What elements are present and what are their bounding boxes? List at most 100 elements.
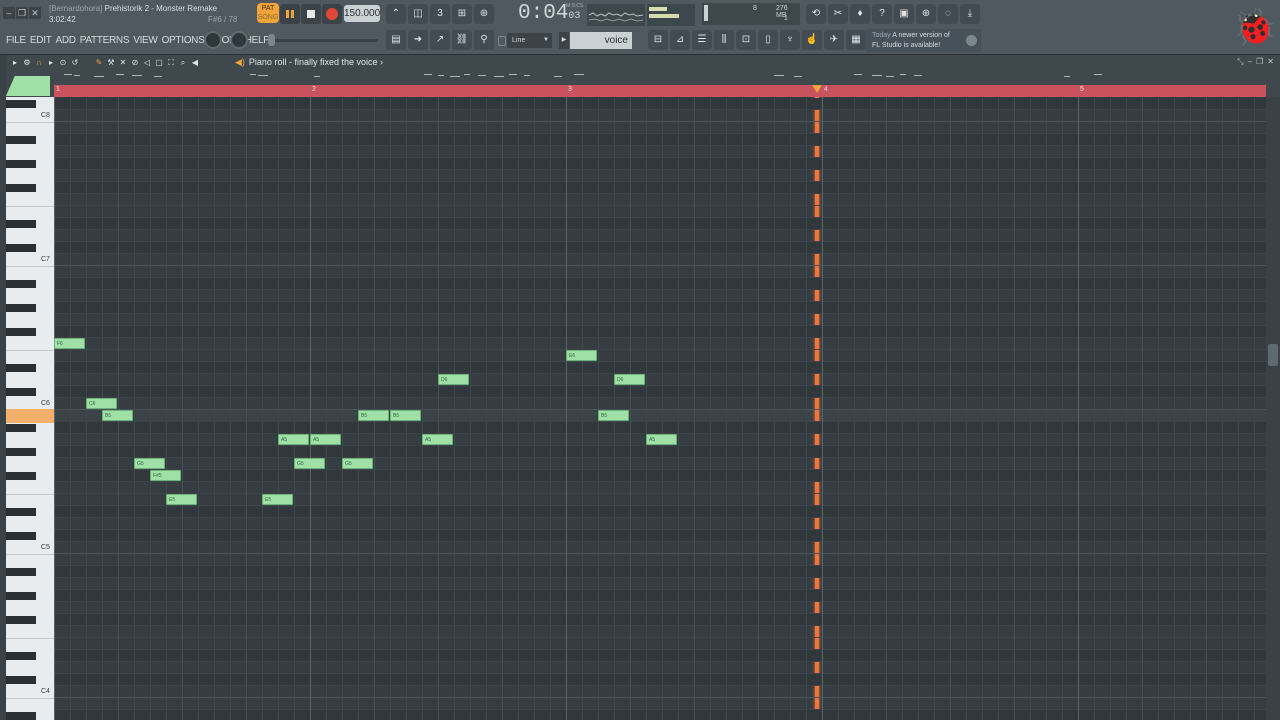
note[interactable]: G5 [294, 458, 325, 469]
brush-icon[interactable]: ⚒ [106, 57, 116, 68]
globe-icon[interactable] [966, 35, 977, 46]
pattern-picker-icon[interactable]: ⊟ [648, 30, 668, 50]
minimize-icon[interactable]: – [3, 7, 15, 19]
note[interactable]: G5 [134, 458, 165, 469]
close-icon[interactable]: ✕ [29, 7, 41, 19]
playlist-icon[interactable]: ☰ [692, 30, 712, 50]
touch-controller-icon[interactable]: ☝ [802, 30, 822, 50]
black-key[interactable] [6, 388, 36, 396]
pencil-icon[interactable]: ✎ [94, 57, 104, 68]
black-key[interactable] [6, 244, 36, 252]
performance-icon[interactable]: ✈ [824, 30, 844, 50]
black-key[interactable] [6, 328, 36, 336]
master-slider-handle[interactable] [268, 34, 275, 46]
menu-edit[interactable]: EDIT [30, 35, 52, 46]
timeline-ruler[interactable]: 1 2 3 4 5 [54, 85, 1266, 97]
maximize-icon[interactable]: ❐ [1256, 57, 1263, 67]
black-key[interactable] [6, 568, 36, 576]
tempo-display[interactable]: 150.000 [344, 5, 380, 22]
note[interactable]: D6 [614, 374, 645, 385]
piano-keyboard[interactable]: C8 C7 C6 C5 C4 [6, 97, 54, 720]
note[interactable]: A5 [278, 434, 309, 445]
note[interactable]: G5 [342, 458, 373, 469]
event-overview-strip[interactable] [54, 71, 1266, 85]
note[interactable]: E6 [566, 350, 597, 361]
menu-file[interactable]: FILE [6, 35, 26, 46]
black-key[interactable] [6, 616, 36, 624]
snap-magnet-icon[interactable]: ∩ [34, 57, 44, 68]
note[interactable]: F6 [54, 338, 85, 349]
black-key[interactable] [6, 676, 36, 684]
black-key[interactable] [6, 592, 36, 600]
undo-history-icon[interactable]: ⟲ [806, 4, 826, 24]
note[interactable]: F#5 [150, 470, 181, 481]
select-tool-icon[interactable]: ▢ [154, 57, 164, 68]
plugin-picker-icon[interactable]: ♆ [780, 30, 800, 50]
vertical-scroll-thumb[interactable] [1268, 344, 1278, 366]
menu-help[interactable]: HELP [245, 35, 270, 46]
black-key[interactable] [6, 532, 36, 540]
menu-add[interactable]: ADD [56, 35, 77, 46]
note[interactable]: B5 [390, 410, 421, 421]
chat-icon[interactable]: ◌ [938, 4, 958, 24]
black-key[interactable] [6, 424, 36, 432]
playhead-marker[interactable] [811, 85, 822, 93]
piano-roll-icon[interactable]: ⊿ [670, 30, 690, 50]
mixer-icon[interactable]: ⫼ [714, 30, 734, 50]
microphone-icon[interactable]: ♦ [850, 4, 870, 24]
vertical-scrollbar[interactable] [1266, 97, 1280, 720]
black-key[interactable] [6, 472, 36, 480]
slide-icon[interactable]: ↗ [430, 30, 450, 50]
black-key[interactable] [6, 652, 36, 660]
resize-icon[interactable]: ⤡ [1237, 57, 1243, 67]
channel-selector[interactable]: voice [570, 32, 632, 49]
note-grid[interactable]: F6 C6 B5 G5 F#5 E5 E5 A5 G5 A5 G5 B5 B5 A5 D6 E6 B5 D6 A5 [54, 97, 1266, 720]
channel-rack-icon[interactable]: ⊡ [736, 30, 756, 50]
step-record-icon[interactable]: ⊙ [58, 57, 68, 68]
mute-tool-icon[interactable]: ⊘ [130, 57, 140, 68]
note[interactable]: B5 [102, 410, 133, 421]
record-button[interactable] [322, 4, 342, 24]
help-icon[interactable]: ? [872, 4, 892, 24]
download-icon[interactable]: ⤓ [960, 4, 980, 24]
magnet-icon[interactable]: ⚙ [22, 57, 32, 68]
restore-icon[interactable]: ❐ [16, 7, 28, 19]
master-pitch-knob[interactable] [230, 31, 248, 49]
black-key[interactable] [6, 184, 36, 192]
note[interactable]: E5 [166, 494, 197, 505]
arrow-right-icon[interactable]: ➜ [408, 30, 428, 50]
news-panel[interactable]: Today A newer version of FL Studio is av… [866, 29, 981, 52]
close-icon[interactable]: ✕ [1267, 57, 1274, 67]
note[interactable]: B5 [358, 410, 389, 421]
step-edit-icon[interactable]: ⊞ [452, 4, 472, 24]
tools-icon[interactable]: ✂ [828, 4, 848, 24]
link-icon[interactable]: ⛓ [452, 30, 472, 50]
delete-tool-icon[interactable]: ✕ [118, 57, 128, 68]
black-key[interactable] [6, 304, 36, 312]
stop-button[interactable] [301, 4, 321, 24]
note[interactable]: A5 [422, 434, 453, 445]
master-volume-knob[interactable] [204, 31, 222, 49]
menu-patterns[interactable]: PATTERNS [80, 35, 130, 46]
highlighted-key[interactable] [6, 409, 54, 423]
minimize-icon[interactable]: – [1248, 57, 1252, 67]
plugin-icon[interactable]: ⊕ [916, 4, 936, 24]
speaker-icon[interactable]: ◀) [235, 57, 245, 67]
loop-icon[interactable]: ↺ [70, 57, 80, 68]
black-key[interactable] [6, 160, 36, 168]
menu-options[interactable]: OPTIONS [162, 35, 205, 46]
note[interactable]: A5 [310, 434, 341, 445]
black-key[interactable] [6, 712, 36, 720]
save-icon[interactable]: ▣ [894, 4, 914, 24]
pattern-song-toggle[interactable]: PAT SONG [257, 3, 279, 23]
note[interactable]: A5 [646, 434, 677, 445]
note[interactable]: E5 [262, 494, 293, 505]
note[interactable]: C6 [86, 398, 117, 409]
black-key[interactable] [6, 280, 36, 288]
black-key[interactable] [6, 100, 36, 108]
lock-icon[interactable] [498, 36, 506, 46]
slice-tool-icon[interactable]: ◁ [142, 57, 152, 68]
snap-selector[interactable]: Line ▼ [507, 33, 552, 48]
black-key[interactable] [6, 220, 36, 228]
play-triangle-icon[interactable]: ▸ [46, 57, 56, 68]
